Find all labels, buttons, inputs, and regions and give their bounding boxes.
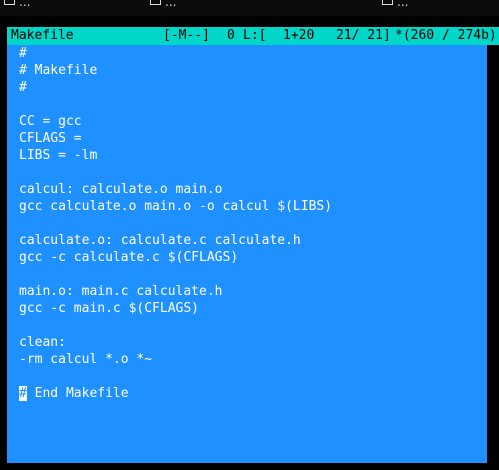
status-range: 1+20 <box>283 28 315 43</box>
code-line: clean: <box>19 335 66 350</box>
status-size: *(260 / 274b) <box>395 28 497 43</box>
code-line: calcul: calculate.o main.o <box>19 182 223 197</box>
code-line: gcc calculate.o main.o -o calcul $(LIBS) <box>19 199 333 214</box>
window-tab[interactable]: ... <box>382 0 409 9</box>
window-tab-label: ... <box>19 0 31 9</box>
code-line: CFLAGS = <box>19 131 82 146</box>
code-line: LIBS = -lm <box>19 148 98 163</box>
status-column: 0 <box>227 28 235 43</box>
window-tab[interactable]: ... <box>150 0 177 9</box>
editor-scrollbar[interactable] <box>487 45 499 463</box>
code-line: CC = gcc <box>19 114 82 129</box>
code-line: # Makefile <box>19 63 98 78</box>
status-line-label: L:[ <box>243 28 267 43</box>
window-tab-label: ... <box>397 0 409 9</box>
code-line: -rm calcul *.o *~ <box>19 352 153 367</box>
code-line: main.o: main.c calculate.h <box>19 284 223 299</box>
status-filename: Makefile <box>11 28 74 43</box>
window-tab-strip: ... ... ... <box>0 0 499 16</box>
window-icon <box>4 0 15 5</box>
code-line: calculate.o: calculate.c calculate.h <box>19 233 301 248</box>
text-cursor: # <box>19 386 27 401</box>
window-tab[interactable]: ... <box>4 0 31 9</box>
editor-text-area[interactable]: # # Makefile # CC = gcc CFLAGS = LIBS = … <box>7 45 487 463</box>
code-line-with-cursor: # End Makefile <box>19 385 129 402</box>
code-line: gcc -c calculate.c $(CFLAGS) <box>19 250 239 265</box>
code-line: # <box>19 46 27 61</box>
code-line: # <box>19 80 27 95</box>
window-icon <box>150 0 161 5</box>
editor-status-bar: Makefile [-M--] 0 L:[ 1+20 21/ 21] *(260… <box>7 27 499 45</box>
window-icon <box>382 0 393 5</box>
status-position: 21/ 21] <box>336 28 391 43</box>
code-line: gcc -c main.c $(CFLAGS) <box>19 301 200 316</box>
status-mode: [-M--] <box>163 28 210 43</box>
code-line-text: End Makefile <box>26 386 129 401</box>
window-tab-label: ... <box>165 0 177 9</box>
